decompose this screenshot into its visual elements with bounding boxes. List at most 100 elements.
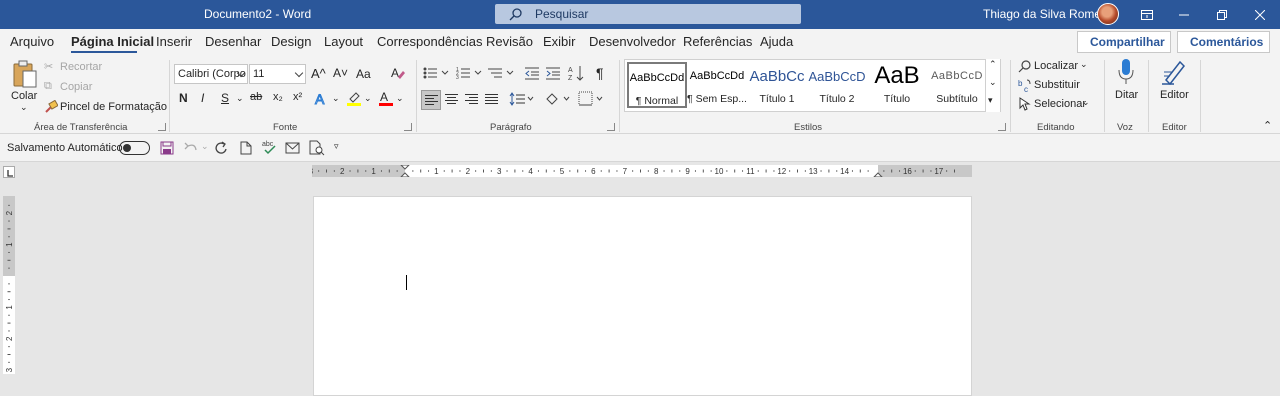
close-icon (1255, 9, 1265, 20)
hanging-indent-marker[interactable] (400, 172, 410, 177)
save-icon[interactable] (160, 141, 174, 155)
avatar[interactable] (1097, 3, 1119, 25)
user-name[interactable]: Thiago da Silva Romeiro (983, 7, 1114, 21)
divider (169, 60, 170, 132)
collapse-ribbon-icon[interactable]: ⌃ (1263, 119, 1272, 132)
replace-button[interactable]: bc Substituir (1018, 78, 1098, 94)
justify-icon[interactable] (485, 93, 498, 106)
font-color-icon[interactable]: A (378, 90, 394, 106)
editor-button[interactable]: Editor (1156, 58, 1192, 114)
font-name-select[interactable]: Calibri (Corpo (174, 64, 248, 84)
bullets-icon[interactable] (423, 66, 451, 80)
style-heading-1[interactable]: AaBbCc Título 1 (747, 62, 807, 108)
style-no-spacing[interactable]: AaBbCcDd ¶ Sem Esp... (687, 62, 747, 108)
subscript-button[interactable]: x₂ (273, 91, 283, 103)
ruler-number: 1 (371, 167, 376, 176)
right-indent-marker[interactable] (873, 172, 883, 177)
style-subtitle[interactable]: AaBbCcD Subtítulo (927, 62, 987, 108)
underline-button[interactable]: S (221, 91, 229, 105)
strikethrough-button[interactable]: ab (250, 91, 262, 103)
style-name: Subtítulo (936, 93, 978, 105)
font-launcher[interactable] (404, 123, 412, 131)
clear-formatting-icon[interactable]: A (391, 66, 405, 80)
print-preview-icon[interactable] (309, 140, 325, 156)
tab-desenvolvedor[interactable]: Desenvolvedor (589, 34, 676, 49)
ruler-number: 2 (340, 167, 345, 176)
multilevel-list-icon[interactable] (488, 66, 516, 80)
show-formatting-icon[interactable]: ¶ (596, 65, 604, 81)
tab-arquivo[interactable]: Arquivo (10, 34, 54, 49)
ribbon-display-options-button[interactable] (1128, 0, 1166, 29)
find-button[interactable]: Localizar ⌄ (1018, 59, 1098, 75)
vertical-scrollbar[interactable] (1267, 178, 1280, 374)
restore-button[interactable] (1203, 0, 1241, 29)
tab-stop-selector[interactable] (3, 166, 15, 178)
customize-qat-icon[interactable]: ▿ (334, 141, 339, 152)
paste-button[interactable]: Colar ⌄ (8, 58, 40, 114)
new-document-icon[interactable] (240, 141, 252, 155)
chevron-down-icon[interactable]: ⌄ (989, 77, 997, 88)
highlighter-icon[interactable] (346, 90, 362, 106)
search-box[interactable]: Pesquisar (495, 4, 801, 24)
increase-indent-icon[interactable] (546, 66, 560, 80)
chevron-up-icon[interactable]: ⌃ (989, 59, 997, 70)
align-right-icon[interactable] (465, 93, 478, 106)
shading-icon[interactable] (545, 91, 571, 107)
email-icon[interactable] (285, 141, 301, 155)
dictate-button[interactable]: Ditar (1110, 58, 1142, 114)
clipboard-launcher[interactable] (158, 123, 166, 131)
style-title[interactable]: AaB Título (867, 62, 927, 108)
grow-font-button[interactable]: A^ (311, 66, 326, 81)
align-center-icon[interactable] (445, 93, 458, 106)
comments-button[interactable]: Comentários (1177, 31, 1270, 53)
tab-ajuda[interactable]: Ajuda (760, 34, 793, 49)
numbering-icon[interactable]: 123 (456, 66, 484, 80)
change-case-button[interactable]: Aa (356, 67, 371, 81)
style-normal[interactable]: AaBbCcDd ¶ Normal (627, 62, 687, 108)
tab-desenhar[interactable]: Desenhar (205, 34, 261, 49)
chevron-down-icon[interactable]: ⌄ (201, 141, 209, 152)
horizontal-ruler[interactable]: 32112345678910111213141617 (312, 165, 972, 177)
superscript-button[interactable]: x² (293, 91, 302, 103)
text-effects-icon[interactable]: A (314, 91, 330, 107)
more-styles-icon[interactable]: ▾ (988, 95, 993, 106)
ruler-number: 16 (903, 167, 912, 176)
minimize-button[interactable] (1165, 0, 1203, 29)
shrink-font-button[interactable]: A˅ (333, 66, 348, 80)
chevron-down-icon: ⌄ (20, 102, 28, 112)
decrease-indent-icon[interactable] (525, 66, 539, 80)
share-button[interactable]: Compartilhar (1077, 31, 1171, 53)
paragraph-launcher[interactable] (607, 123, 615, 131)
ribbon-tabs: Arquivo Página Inicial Inserir Desenhar … (0, 29, 1280, 56)
vertical-ruler[interactable]: 2 1 1 2 3 (3, 196, 15, 374)
bold-button[interactable]: N (179, 91, 188, 105)
tab-referencias[interactable]: Referências (683, 34, 752, 49)
style-heading-2[interactable]: AaBbCcD Título 2 (807, 62, 867, 108)
autosave-toggle[interactable] (119, 141, 150, 155)
tab-pagina-inicial[interactable]: Página Inicial (71, 34, 154, 49)
tab-design[interactable]: Design (271, 34, 311, 49)
document-page[interactable] (313, 196, 972, 396)
undo-icon[interactable] (184, 141, 198, 155)
italic-button[interactable]: I (201, 91, 204, 105)
sort-icon[interactable]: AZ (568, 65, 584, 81)
line-spacing-icon[interactable] (509, 92, 535, 106)
select-button[interactable]: Selecionar ⌄ (1018, 97, 1098, 113)
tab-correspondencias[interactable]: Correspondências (377, 34, 483, 49)
spelling-icon[interactable]: abc (262, 139, 278, 155)
align-left-button[interactable] (421, 90, 441, 110)
tab-layout[interactable]: Layout (324, 34, 363, 49)
tab-revisao[interactable]: Revisão (486, 34, 533, 49)
styles-launcher[interactable] (998, 123, 1006, 131)
ruler-number: 2 (5, 336, 14, 341)
tab-inserir[interactable]: Inserir (156, 34, 192, 49)
close-button[interactable] (1241, 0, 1279, 29)
search-icon (1018, 60, 1031, 73)
styles-gallery-scroll[interactable]: ⌃ ⌄ ▾ (985, 59, 1000, 112)
first-line-indent-marker[interactable] (400, 165, 410, 170)
borders-icon[interactable] (578, 91, 604, 107)
redo-icon[interactable] (214, 141, 228, 155)
font-size-select[interactable]: 11 (249, 64, 306, 84)
tab-exibir[interactable]: Exibir (543, 34, 576, 49)
svg-text:A: A (391, 66, 399, 80)
